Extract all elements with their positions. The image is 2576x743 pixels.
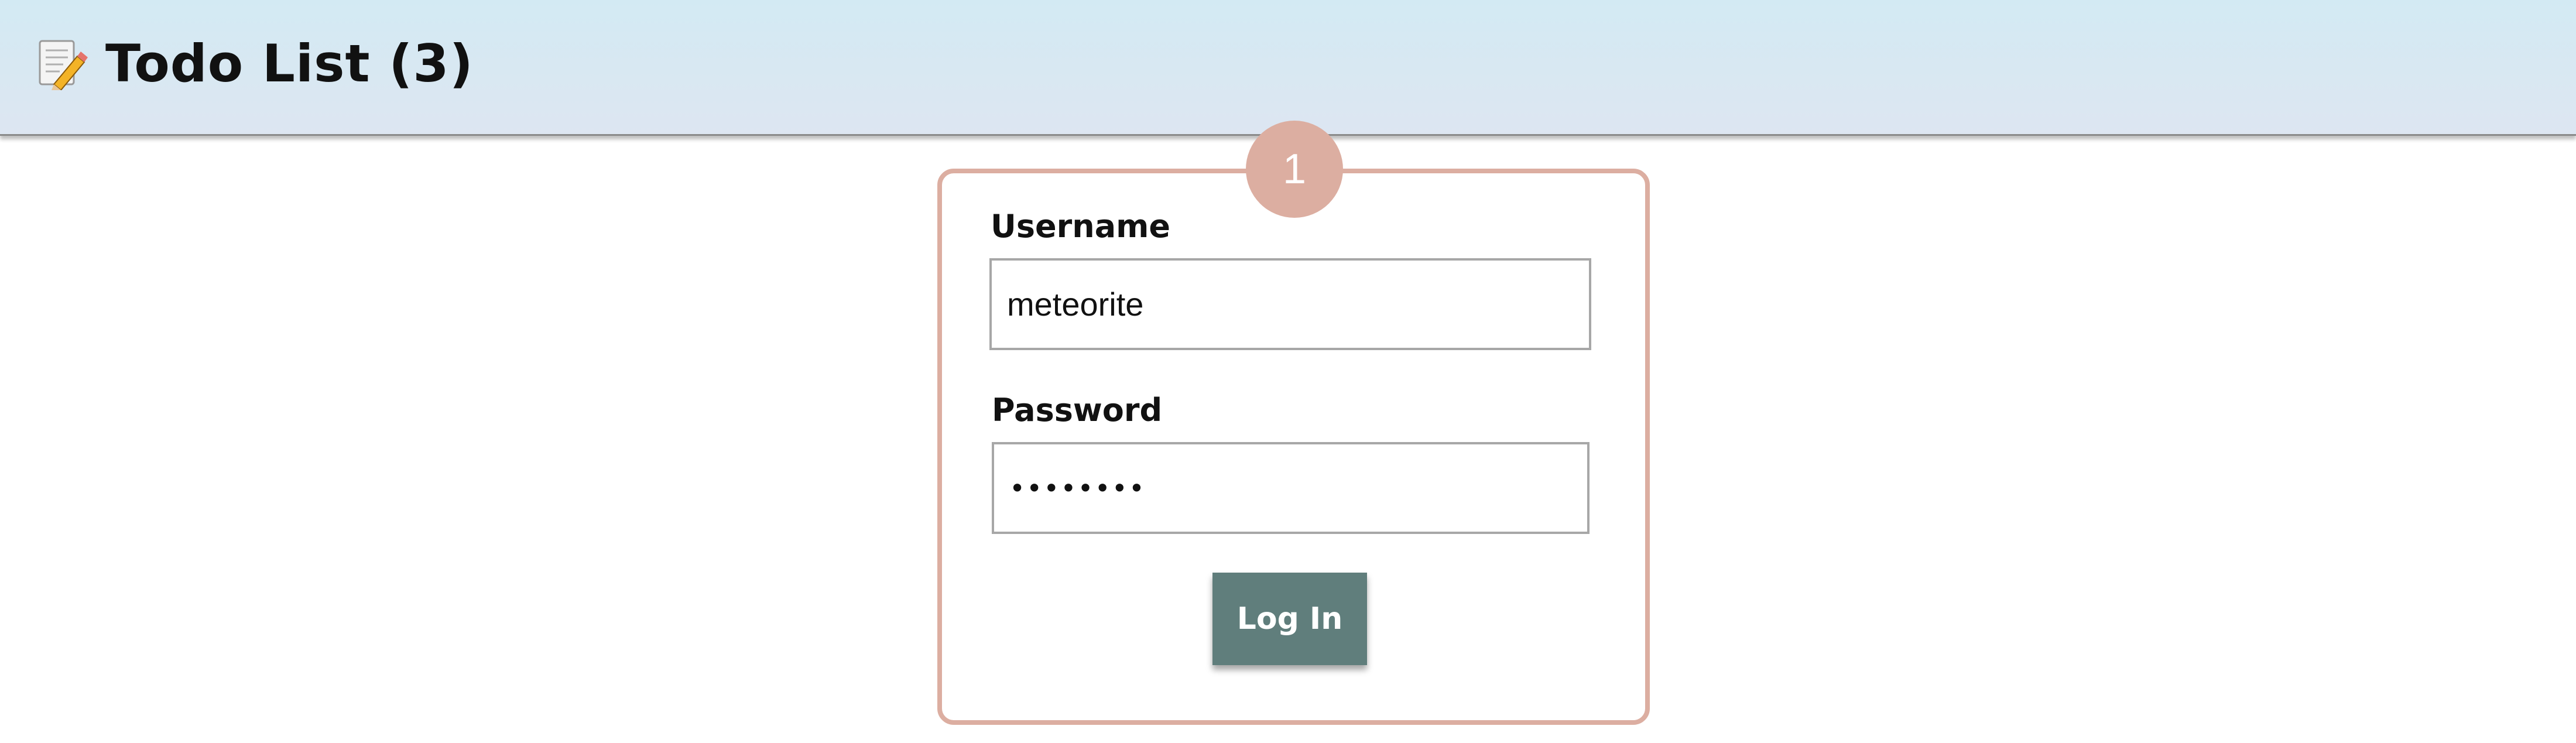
username-input[interactable] <box>989 258 1591 350</box>
page-title: Todo List (3) <box>105 33 474 94</box>
log-in-button[interactable]: Log In <box>1212 573 1367 665</box>
username-label: Username <box>991 208 1171 245</box>
app-header: Todo List (3) <box>0 0 2576 136</box>
memo-pencil-icon <box>39 40 88 90</box>
password-label: Password <box>992 392 1163 429</box>
password-input[interactable] <box>992 442 1590 534</box>
step-badge: 1 <box>1246 121 1343 218</box>
